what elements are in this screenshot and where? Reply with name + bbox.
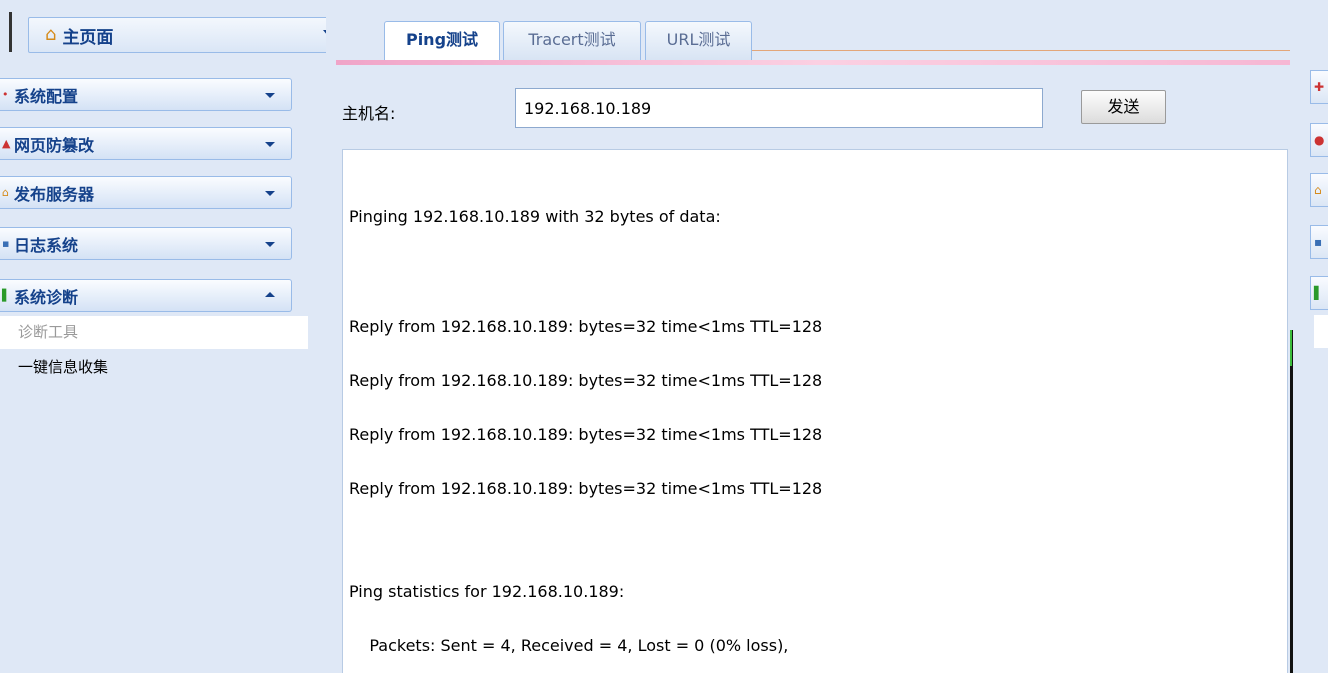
right-panel-highlight [1314,315,1328,348]
scrollbar-edge [1290,330,1293,673]
output-line: Ping statistics for 192.168.10.189: [349,582,625,601]
sidebar-item-diagnose-tool[interactable]: 诊断工具 [0,316,308,349]
refresh-icon[interactable]: ● [1310,123,1328,157]
diagnose-icon: ▌ [2,289,11,302]
output-line: Reply from 192.168.10.189: bytes=32 time… [349,371,823,390]
home-page-title: 主页面 [62,27,114,48]
tab-ping[interactable]: Ping测试 [384,21,500,60]
menu-group-log-system[interactable]: ▪ 日志系统 [0,227,292,260]
tab-strip [336,60,1306,65]
sidebar-item-info-collect[interactable]: 一键信息收集 [0,351,308,384]
gear-icon: • [2,88,9,101]
home-icon: ⌂ [45,24,57,45]
sidebar-edge-bar [9,12,12,52]
output-line: Reply from 192.168.10.189: bytes=32 time… [349,479,823,498]
home-page-header[interactable]: ⌂ 主页面 [28,17,344,53]
home-icon[interactable]: ⌂ [1310,173,1328,207]
status-indicator [1290,330,1292,366]
output-line: Reply from 192.168.10.189: bytes=32 time… [349,425,823,444]
home-icon: ⌂ [2,186,9,199]
menu-group-label: 系统配置 [14,86,79,106]
shield-icon: ▲ [2,137,11,150]
menu-group-label: 日志系统 [14,235,79,255]
menu-group-web-tamper[interactable]: ▲ 网页防篡改 [0,127,292,160]
tab-bar-line [750,50,1306,51]
menu-group-label: 网页防篡改 [14,135,95,155]
tab-url[interactable]: URL测试 [645,21,752,60]
output-line: Packets: Sent = 4, Received = 4, Lost = … [349,636,789,655]
main-panel: Ping测试 Tracert测试 URL测试 主机名: 发送 Pinging 1… [326,0,1306,673]
send-button[interactable]: 发送 [1081,90,1166,124]
chevron-down-icon[interactable] [265,142,275,147]
diagnose-icon[interactable]: ▌ [1310,276,1328,310]
log-icon[interactable]: ▪ [1310,225,1328,259]
chevron-up-icon[interactable] [265,292,275,297]
menu-group-system-diagnose[interactable]: ▌ 系统诊断 [0,279,292,312]
chevron-down-icon[interactable] [265,93,275,98]
chevron-down-icon[interactable] [265,242,275,247]
menu-group-system-config[interactable]: • 系统配置 [0,78,292,111]
chevron-down-icon[interactable] [265,191,275,196]
output-line: Reply from 192.168.10.189: bytes=32 time… [349,317,823,336]
add-icon[interactable]: ✚ [1310,70,1328,104]
output-line: Pinging 192.168.10.189 with 32 bytes of … [349,207,721,226]
host-label: 主机名: [342,104,396,123]
menu-group-label: 发布服务器 [14,184,95,204]
menu-group-publish-server[interactable]: ⌂ 发布服务器 [0,176,292,209]
host-input[interactable] [515,88,1043,128]
menu-group-label: 系统诊断 [14,287,79,307]
tab-tracert[interactable]: Tracert测试 [503,21,641,60]
sidebar: ⌂ 主页面 • 系统配置 ▲ 网页防篡改 ⌂ 发布服务器 ▪ 日志系统 ▌ 系统… [0,0,344,673]
ping-output-panel: Pinging 192.168.10.189 with 32 bytes of … [342,149,1288,673]
log-icon: ▪ [2,237,10,250]
